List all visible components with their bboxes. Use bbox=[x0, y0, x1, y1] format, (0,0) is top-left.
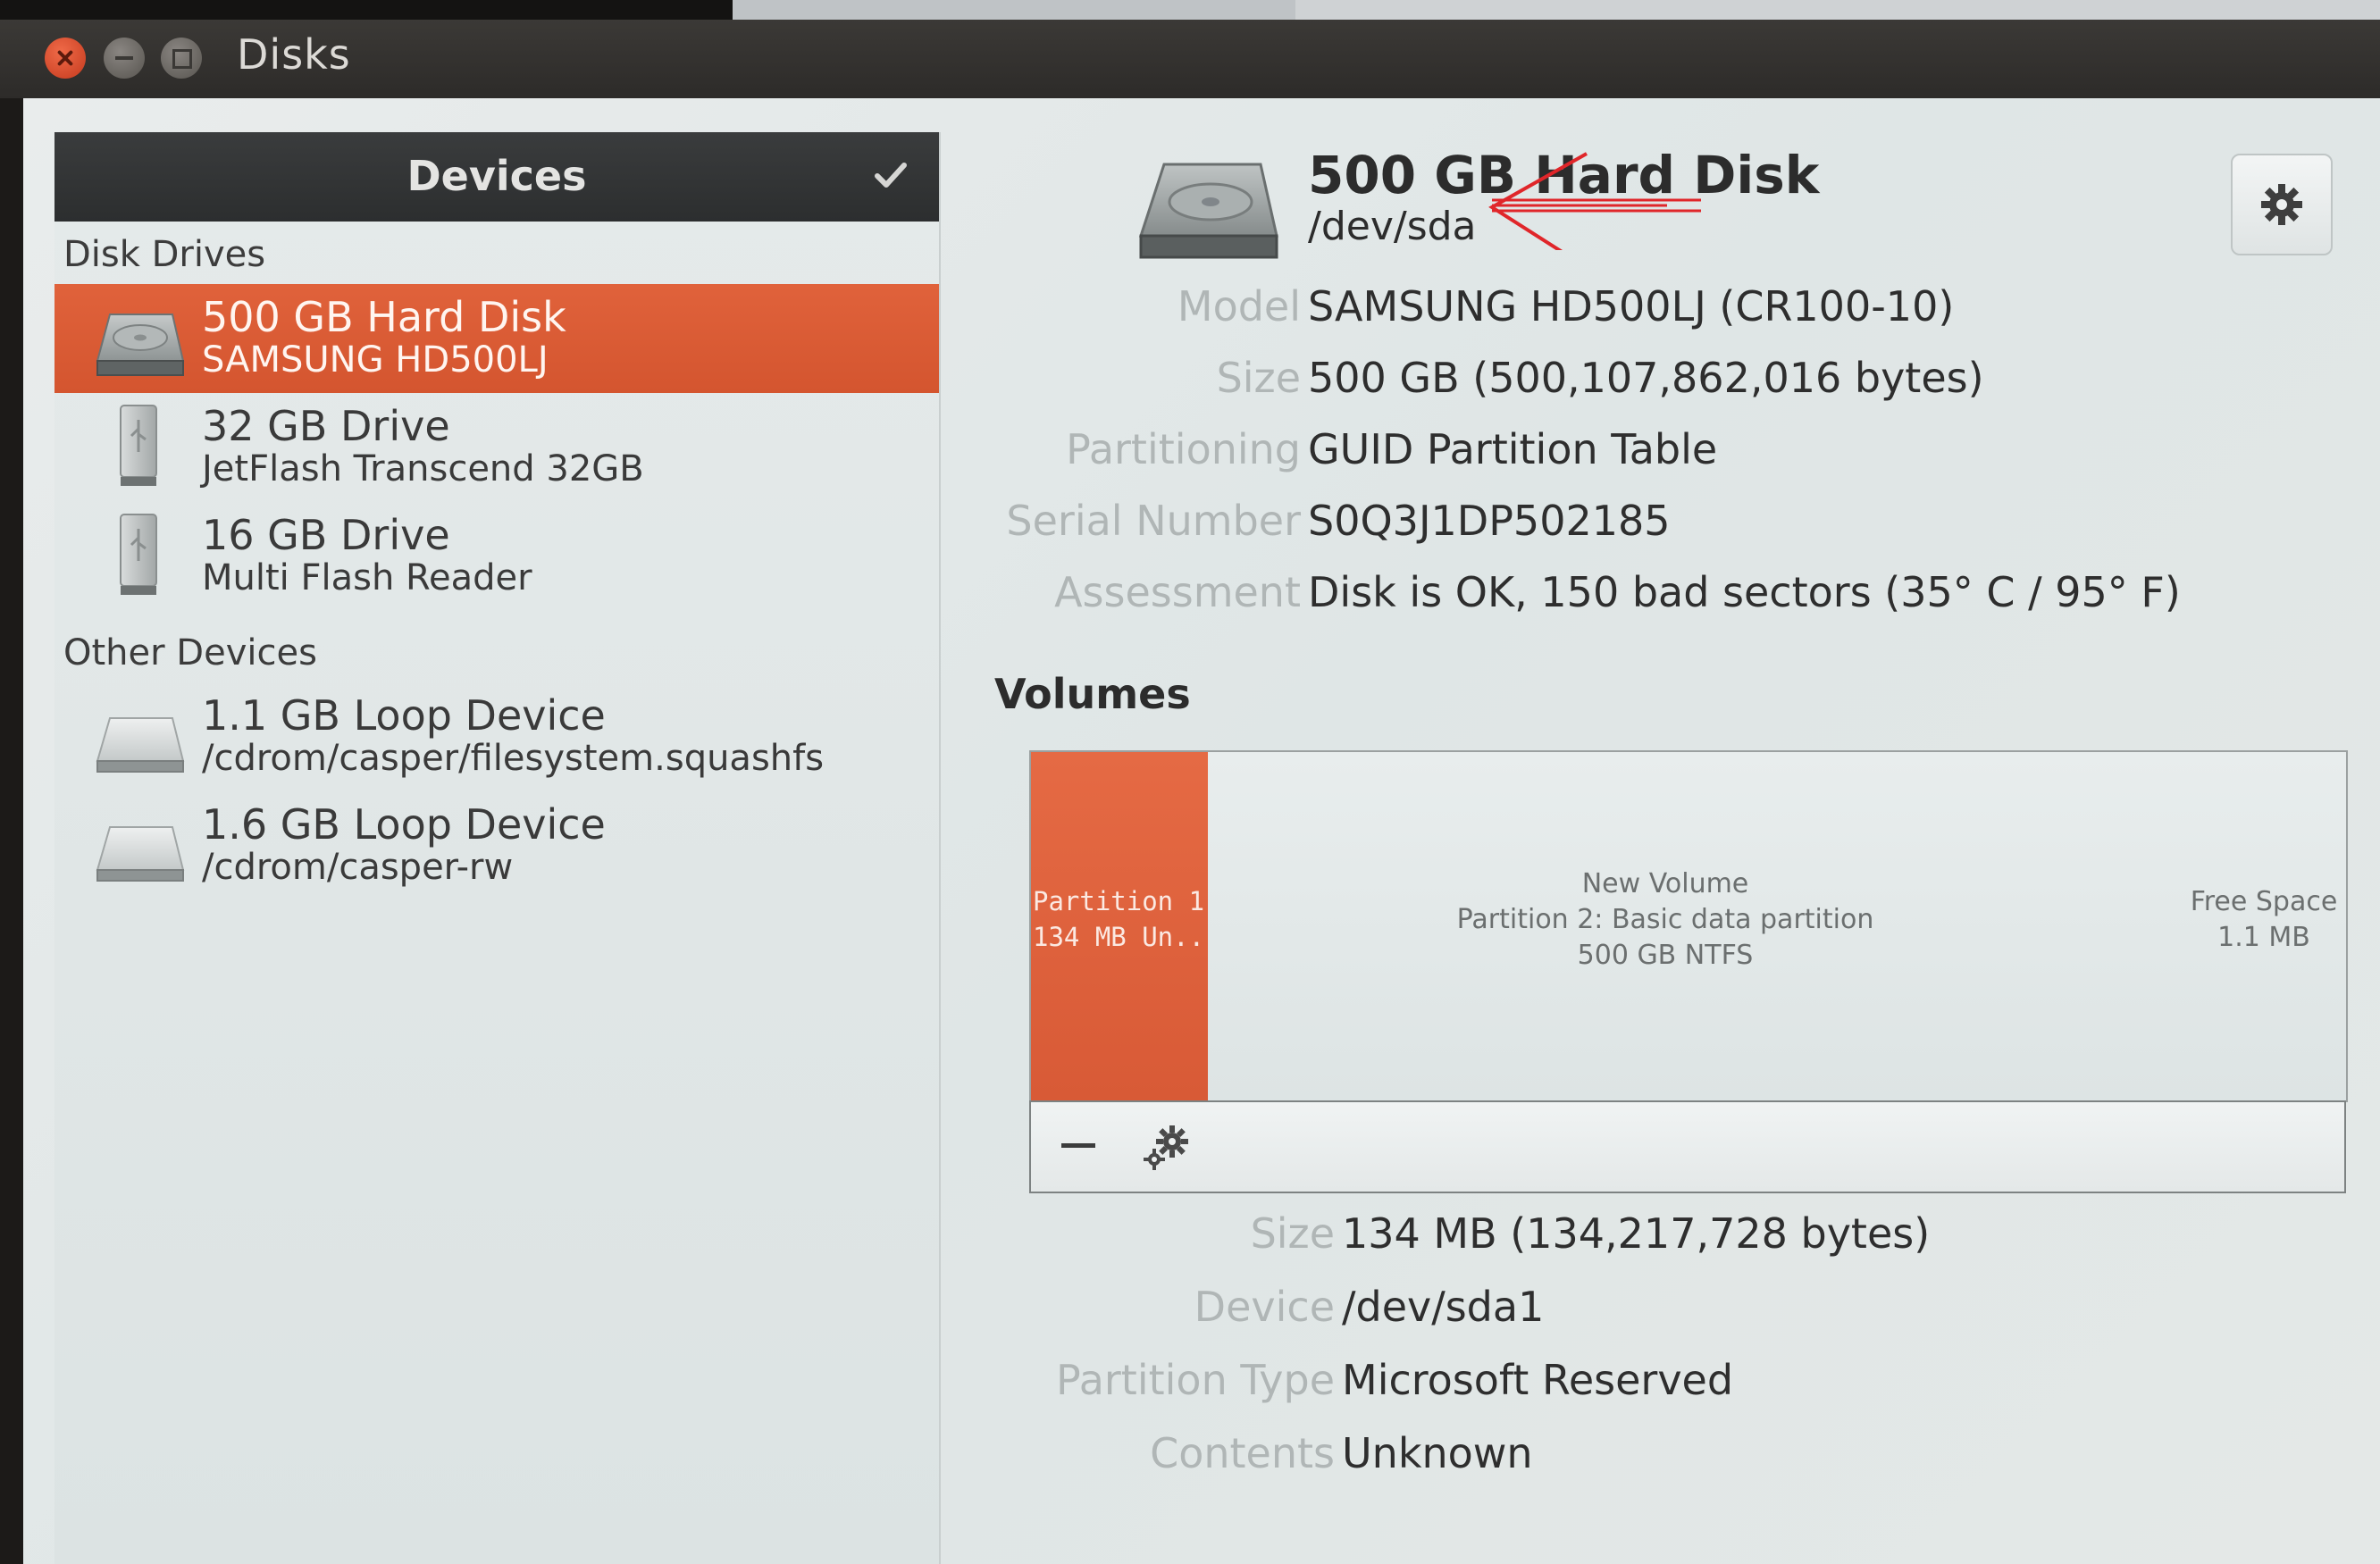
partition-type-label: Partition Type bbox=[1056, 1356, 1335, 1404]
hard-disk-icon bbox=[96, 314, 185, 376]
device-primary-label: 1.6 GB Loop Device bbox=[202, 800, 606, 849]
partition-2-label: New Volume bbox=[1581, 868, 1749, 899]
window-title: Disks bbox=[237, 30, 351, 79]
partition-type-value: Microsoft Reserved bbox=[1342, 1356, 1734, 1404]
devices-title: Devices bbox=[406, 152, 587, 200]
assessment-value: Disk is OK, 150 bad sectors (35° C / 95°… bbox=[1308, 568, 2181, 616]
loop-device-icon bbox=[96, 826, 185, 882]
usb-drive-icon bbox=[120, 405, 157, 486]
partition-device-label: Device bbox=[1194, 1283, 1335, 1331]
loop-device-icon bbox=[96, 717, 185, 773]
annotation-arrow bbox=[1488, 152, 1701, 250]
partition-device-value: /dev/sda1 bbox=[1342, 1283, 1545, 1331]
partition-gear-icon[interactable] bbox=[1140, 1124, 1194, 1174]
window-titlebar: Disks bbox=[0, 20, 2380, 98]
size-label: Size bbox=[1216, 354, 1301, 402]
device-primary-label: 1.1 GB Loop Device bbox=[202, 691, 606, 740]
section-other-devices: Other Devices bbox=[63, 632, 317, 673]
usb-drive-icon bbox=[120, 514, 157, 595]
maximize-window-button[interactable] bbox=[161, 38, 202, 79]
partition-1-size: 134 MB Un... bbox=[1033, 922, 1208, 952]
minus-icon bbox=[1061, 1143, 1095, 1148]
device-primary-label: 500 GB Hard Disk bbox=[202, 293, 566, 341]
partition-size-label: Size bbox=[1250, 1209, 1335, 1258]
serial-number-value: S0Q3J1DP502185 bbox=[1308, 497, 1671, 545]
size-value: 500 GB (500,107,862,016 bytes) bbox=[1308, 354, 1984, 402]
partition-1-name: Partition 1... bbox=[1033, 886, 1208, 916]
close-window-button[interactable] bbox=[45, 38, 86, 79]
gear-icon bbox=[2261, 184, 2302, 225]
serial-number-label: Serial Number bbox=[1006, 497, 1301, 545]
assessment-label: Assessment bbox=[1054, 568, 1301, 616]
partitioning-value: GUID Partition Table bbox=[1308, 425, 1718, 473]
disk-device-path: /dev/sda bbox=[1308, 204, 1477, 249]
partitioning-label: Partitioning bbox=[1066, 425, 1301, 473]
partition-contents-value: Unknown bbox=[1342, 1429, 1533, 1477]
partition-contents-label: Contents bbox=[1150, 1429, 1335, 1477]
drive-settings-button[interactable] bbox=[2231, 154, 2333, 255]
section-disk-drives: Disk Drives bbox=[63, 234, 266, 275]
device-secondary-label: SAMSUNG HD500LJ bbox=[202, 339, 549, 381]
devices-sidebar: Devices Disk Drives 500 GB Hard Disk SAM… bbox=[54, 132, 941, 1564]
volume-toolbar bbox=[1029, 1100, 2346, 1193]
free-space-size: 1.1 MB bbox=[2217, 922, 2310, 953]
partition-2-type: Partition 2: Basic data partition bbox=[1456, 904, 1874, 935]
device-item-1-1gb-loop[interactable]: 1.1 GB Loop Device /cdrom/casper/filesys… bbox=[54, 682, 939, 791]
device-secondary-label: /cdrom/casper/filesystem.squashfs bbox=[202, 738, 825, 779]
monitor-bezel bbox=[0, 0, 2380, 20]
device-item-1-6gb-loop[interactable]: 1.6 GB Loop Device /cdrom/casper-rw bbox=[54, 791, 939, 900]
partition-2-size: 500 GB NTFS bbox=[1577, 940, 1754, 971]
check-icon[interactable] bbox=[873, 157, 909, 193]
minimize-window-button[interactable] bbox=[104, 38, 145, 79]
free-space-label[interactable]: Free Space bbox=[2183, 886, 2344, 917]
device-primary-label: 16 GB Drive bbox=[202, 511, 450, 559]
device-primary-label: 32 GB Drive bbox=[202, 402, 450, 450]
model-value: SAMSUNG HD500LJ (CR100-10) bbox=[1308, 282, 1955, 330]
devices-header: Devices bbox=[54, 132, 939, 222]
disks-window: Devices Disk Drives 500 GB Hard Disk SAM… bbox=[23, 98, 2380, 1564]
partition-size-value: 134 MB (134,217,728 bytes) bbox=[1342, 1209, 1931, 1258]
device-secondary-label: Multi Flash Reader bbox=[202, 557, 532, 598]
volume-map: Partition 1... 134 MB Un... New Volume P… bbox=[1029, 750, 2348, 1102]
partition-1-block[interactable]: Partition 1... 134 MB Un... bbox=[1031, 752, 1208, 1102]
device-secondary-label: /cdrom/casper-rw bbox=[202, 847, 514, 888]
volumes-heading: Volumes bbox=[994, 670, 1191, 718]
hard-disk-icon bbox=[1138, 163, 1278, 259]
model-label: Model bbox=[1177, 282, 1301, 330]
